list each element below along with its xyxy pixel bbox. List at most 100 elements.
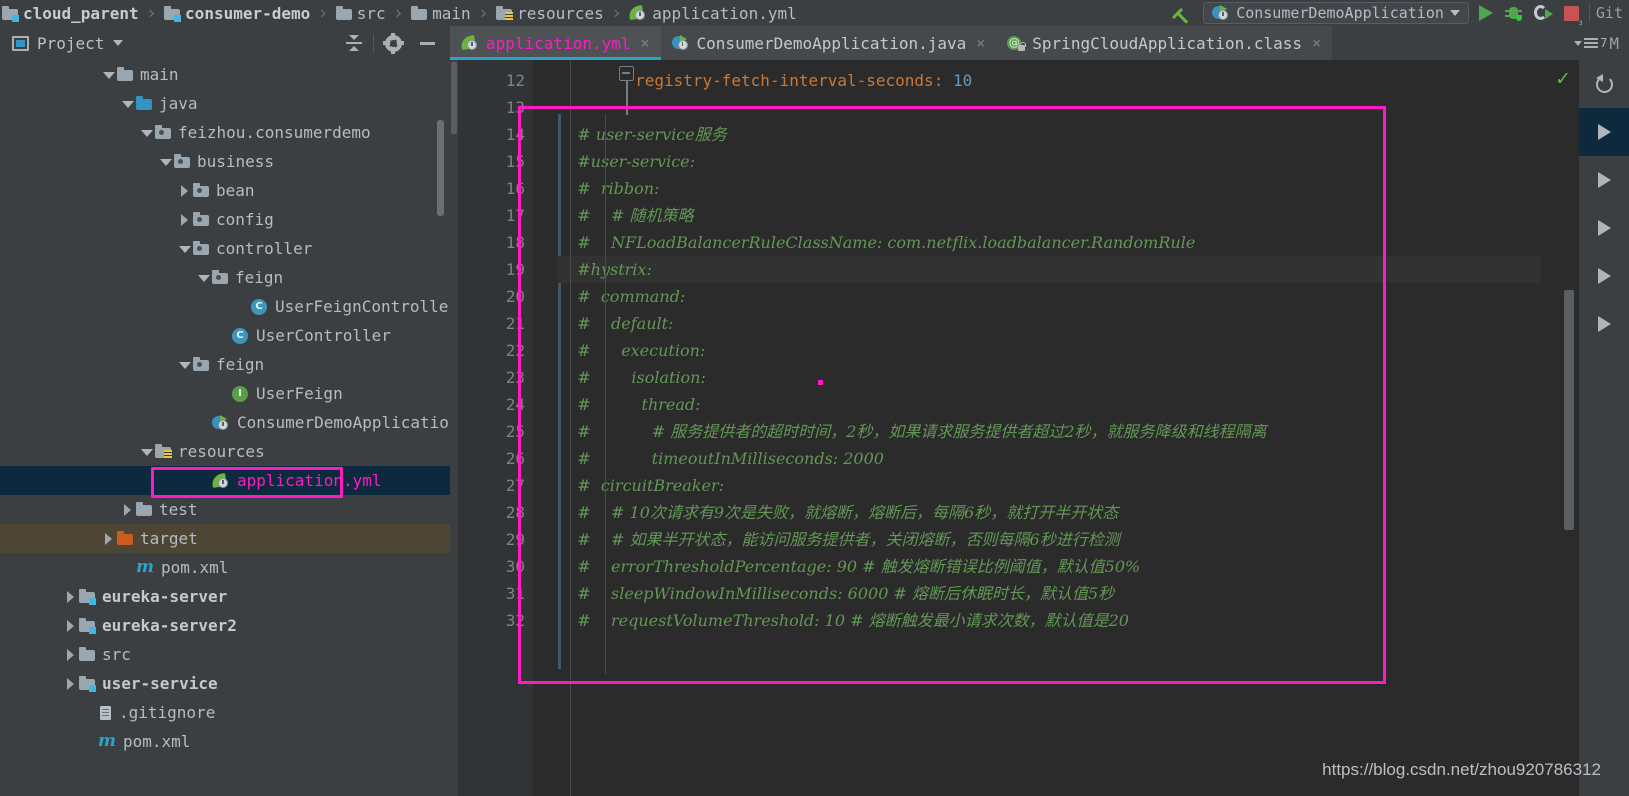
code-line[interactable]: # requestVolumeThreshold: 10 # 熔断触发最小请求次… bbox=[558, 607, 1541, 634]
editor-tab-consumerdemoapplication-java[interactable]: ConsumerDemoApplication.java × bbox=[660, 26, 997, 60]
chevron-down-icon[interactable] bbox=[113, 40, 124, 46]
chevron-right-icon[interactable] bbox=[177, 183, 193, 199]
chevron-down-icon[interactable] bbox=[120, 96, 136, 112]
editor-error-stripe[interactable]: ✓ bbox=[1541, 60, 1579, 796]
chevron-right-icon[interactable] bbox=[63, 647, 79, 663]
tree-item-userfeign[interactable]: I UserFeign bbox=[0, 379, 450, 408]
tree-item-controller[interactable]: controller bbox=[0, 234, 450, 263]
right-tool-button-1[interactable] bbox=[1579, 108, 1629, 156]
build-arrow-icon[interactable] bbox=[1167, 2, 1189, 24]
code-line[interactable] bbox=[558, 94, 1541, 121]
tree-item-main[interactable]: main bbox=[0, 60, 450, 89]
chevron-right-icon[interactable] bbox=[63, 618, 79, 634]
tree-item-target[interactable]: target bbox=[0, 524, 450, 553]
tree-item-business[interactable]: business bbox=[0, 147, 450, 176]
code-line[interactable]: # execution: bbox=[558, 337, 1541, 364]
code-line[interactable]: # # 服务提供者的超时时间，2秒，如果请求服务提供者超过2秒，就服务降级和线程… bbox=[558, 418, 1541, 445]
stop-button[interactable] bbox=[1563, 5, 1584, 28]
tree-item-bean[interactable]: bean bbox=[0, 176, 450, 205]
code-line[interactable]: # ribbon: bbox=[558, 175, 1541, 202]
code-line[interactable]: # # 10次请求有9次是失败，就熔断，熔断后，每隔6秒，就打开半开状态 bbox=[558, 499, 1541, 526]
code-line[interactable]: # # 随机策略 bbox=[558, 202, 1541, 229]
tree-item-feign[interactable]: feign bbox=[0, 350, 450, 379]
code-line[interactable]: # user-service服务 bbox=[558, 121, 1541, 148]
chevron-down-icon[interactable] bbox=[158, 154, 174, 170]
tree-item-java[interactable]: java bbox=[0, 89, 450, 118]
revert-button[interactable] bbox=[1579, 60, 1629, 108]
tree-item-pom-xml[interactable]: m pom.xml bbox=[0, 727, 450, 756]
code-line[interactable]: #hystrix: bbox=[558, 256, 1541, 283]
tree-item-user-service[interactable]: user-service bbox=[0, 669, 450, 698]
run-button[interactable] bbox=[1478, 5, 1493, 21]
breadcrumb-item-src[interactable]: src bbox=[335, 0, 386, 26]
code-line[interactable]: # thread: bbox=[558, 391, 1541, 418]
code-line[interactable]: # # 如果半开状态，能访问服务提供者，关闭熔断，否则每隔6秒进行检测 bbox=[558, 526, 1541, 553]
code-line[interactable]: #user-service: bbox=[558, 148, 1541, 175]
editor-tab-application-yml[interactable]: application.yml × bbox=[450, 26, 661, 60]
tree-item-eureka-server[interactable]: eureka-server bbox=[0, 582, 450, 611]
editor-scrollbar-thumb[interactable] bbox=[1564, 290, 1574, 530]
breadcrumb-item-resources[interactable]: resources bbox=[496, 0, 604, 26]
code-line[interactable]: # isolation: bbox=[558, 364, 1541, 391]
chevron-down-icon[interactable] bbox=[177, 241, 193, 257]
right-tool-button-2[interactable] bbox=[1579, 156, 1629, 204]
project-tree[interactable]: main java feizhou.consumerdemo business bean… bbox=[0, 60, 450, 796]
chevron-down-icon[interactable] bbox=[139, 125, 155, 141]
tree-item-eureka-server2[interactable]: eureka-server2 bbox=[0, 611, 450, 640]
breadcrumb-item-application-yml[interactable]: application.yml bbox=[628, 0, 797, 26]
chevron-down-icon[interactable] bbox=[196, 270, 212, 286]
tree-item-consumerdemoapplication[interactable]: ConsumerDemoApplication bbox=[0, 408, 450, 437]
code-line[interactable]: # command: bbox=[558, 283, 1541, 310]
tree-item-usercontroller[interactable]: C UserController bbox=[0, 321, 450, 350]
code-line[interactable]: registry-fetch-interval-seconds: 10 bbox=[558, 67, 1541, 94]
hide-panel-button[interactable] bbox=[410, 26, 444, 60]
collapse-all-button[interactable] bbox=[337, 26, 371, 60]
tab-list-button[interactable]: 7 bbox=[1574, 36, 1607, 50]
project-settings-button[interactable] bbox=[376, 26, 410, 60]
tree-item-config[interactable]: config bbox=[0, 205, 450, 234]
tree-item-pom-xml[interactable]: m pom.xml bbox=[0, 553, 450, 582]
right-tool-button-3[interactable] bbox=[1579, 204, 1629, 252]
code-line[interactable]: # errorThresholdPercentage: 90 # 触发熔断错误比… bbox=[558, 553, 1541, 580]
chevron-right-icon[interactable] bbox=[101, 531, 117, 547]
tree-item-resources[interactable]: resources bbox=[0, 437, 450, 466]
tree-item-userfeigncontroller[interactable]: C UserFeignController bbox=[0, 292, 450, 321]
code-line[interactable]: # sleepWindowInMilliseconds: 6000 # 熔断后休… bbox=[558, 580, 1541, 607]
editor-tab-springcloudapplication-class[interactable]: @ SpringCloudApplication.class × bbox=[996, 26, 1333, 60]
debug-button[interactable] bbox=[1504, 5, 1522, 21]
chevron-down-icon[interactable] bbox=[139, 444, 155, 460]
tree-item-feizhou-consumerdemo[interactable]: feizhou.consumerdemo bbox=[0, 118, 450, 147]
tree-scrollbar[interactable] bbox=[437, 120, 444, 216]
breadcrumb[interactable]: cloud_parent › consumer-demo › src › main › reso… bbox=[0, 0, 797, 26]
run-with-coverage-button[interactable] bbox=[1533, 4, 1553, 22]
run-configuration-selector[interactable]: ConsumerDemoApplication bbox=[1203, 2, 1469, 24]
code-line[interactable]: # timeoutInMilliseconds: 2000 bbox=[558, 445, 1541, 472]
chevron-right-icon[interactable] bbox=[120, 502, 136, 518]
code-line[interactable]: # default: bbox=[558, 310, 1541, 337]
tree-item-application-yml[interactable]: application.yml bbox=[0, 466, 450, 495]
breadcrumb-item-consumer-demo[interactable]: consumer-demo bbox=[164, 0, 310, 26]
close-icon[interactable]: × bbox=[641, 34, 650, 52]
code-line[interactable]: # NFLoadBalancerRuleClassName: com.netfl… bbox=[558, 229, 1541, 256]
code-text-area[interactable]: registry-fetch-interval-seconds: 10 # us… bbox=[558, 60, 1541, 796]
maven-tool-label[interactable]: M bbox=[1609, 34, 1619, 53]
tree-item-feign[interactable]: feign bbox=[0, 263, 450, 292]
code-line[interactable]: # circuitBreaker: bbox=[558, 472, 1541, 499]
chevron-down-icon[interactable] bbox=[177, 357, 193, 373]
git-menu-label[interactable]: Git bbox=[1590, 4, 1629, 22]
breadcrumb-item-main[interactable]: main bbox=[411, 0, 471, 26]
editor-left-thumb[interactable] bbox=[451, 62, 457, 134]
code-editor[interactable]: 12 13 14 15 16 17 18 19 20 21 22 23 24 25 26 27 28 29 30 31… bbox=[450, 60, 1541, 796]
close-icon[interactable]: × bbox=[976, 34, 985, 52]
chevron-right-icon[interactable] bbox=[177, 212, 193, 228]
tree-item--gitignore[interactable]: .gitignore bbox=[0, 698, 450, 727]
right-tool-button-5[interactable] bbox=[1579, 300, 1629, 348]
breadcrumb-item-cloud-parent[interactable]: cloud_parent bbox=[2, 0, 139, 26]
inspection-ok-icon[interactable]: ✓ bbox=[1555, 68, 1571, 90]
right-tool-button-4[interactable] bbox=[1579, 252, 1629, 300]
chevron-right-icon[interactable] bbox=[63, 676, 79, 692]
close-icon[interactable]: × bbox=[1312, 34, 1321, 52]
chevron-down-icon[interactable] bbox=[101, 67, 117, 83]
tree-item-src[interactable]: src bbox=[0, 640, 450, 669]
code-folding-gutter[interactable] bbox=[533, 60, 634, 796]
